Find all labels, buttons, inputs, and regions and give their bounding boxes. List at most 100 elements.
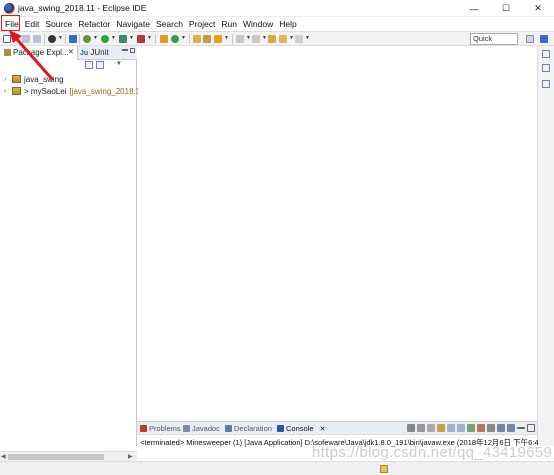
word-wrap-icon[interactable]: [457, 424, 465, 432]
remove-launch-icon[interactable]: [417, 424, 425, 432]
tree-item-java-swing[interactable]: › java_swing: [4, 73, 144, 85]
collapse-all-icon[interactable]: [85, 61, 93, 69]
next-annotation-dropdown-icon[interactable]: ▼: [246, 35, 251, 41]
minimize-button[interactable]: —: [458, 0, 490, 17]
prev-annotation-icon[interactable]: [252, 35, 260, 43]
search-icon[interactable]: [214, 35, 222, 43]
close-icon[interactable]: ✕: [320, 426, 326, 433]
coverage-dropdown-icon[interactable]: ▼: [129, 35, 134, 41]
close-icon[interactable]: ✕: [68, 46, 74, 60]
open-task-icon[interactable]: [203, 35, 211, 43]
tab-junit[interactable]: Ju JUnit: [80, 46, 120, 60]
tab-javadoc-label: Javadoc: [192, 424, 220, 433]
status-bar: [0, 461, 554, 475]
java-perspective-icon[interactable]: [540, 35, 548, 43]
save-all-icon[interactable]: [33, 35, 41, 43]
remove-all-icon[interactable]: [427, 424, 435, 432]
clear-console-icon[interactable]: [437, 424, 445, 432]
problems-icon: [140, 425, 147, 432]
menu-navigate[interactable]: Navigate: [113, 19, 153, 29]
menu-run[interactable]: Run: [218, 19, 240, 29]
window-controls: — ☐ ✕: [458, 0, 554, 17]
forward-dropdown-icon[interactable]: ▼: [305, 35, 310, 41]
open-perspective-icon[interactable]: [526, 35, 534, 43]
menu-edit[interactable]: Edit: [22, 19, 43, 29]
tab-console[interactable]: Console ✕: [277, 424, 326, 433]
tab-javadoc[interactable]: Javadoc: [183, 424, 220, 433]
debug-target-dropdown-icon[interactable]: ▼: [58, 35, 63, 41]
display-console-icon[interactable]: [497, 424, 505, 432]
watermark: https://blog.csdn.net/qq_43419659: [312, 444, 553, 461]
search-dropdown-icon[interactable]: ▼: [224, 35, 229, 41]
new-class-dropdown-icon[interactable]: ▼: [181, 35, 186, 41]
maximize-view-icon[interactable]: [527, 424, 535, 432]
menu-window[interactable]: Window: [240, 19, 276, 29]
scroll-left-icon[interactable]: ◀: [1, 453, 6, 460]
maximize-button[interactable]: ☐: [490, 0, 522, 17]
new-class-icon[interactable]: [171, 35, 179, 43]
save-icon[interactable]: [22, 35, 30, 43]
expand-icon[interactable]: ›: [4, 76, 12, 83]
coverage-icon[interactable]: [119, 35, 127, 43]
run-icon[interactable]: [101, 35, 109, 43]
pointer-icon[interactable]: [69, 35, 77, 43]
task-list-icon[interactable]: [542, 80, 550, 88]
menu-refactor[interactable]: Refactor: [75, 19, 113, 29]
tab-package-explorer-label: Package Expl...: [13, 48, 69, 57]
project-folder-icon: [12, 87, 21, 95]
open-type-icon[interactable]: [193, 35, 201, 43]
new-icon[interactable]: [3, 35, 11, 43]
show-on-stderr-icon[interactable]: [477, 424, 485, 432]
menu-search[interactable]: Search: [153, 19, 186, 29]
focus-icon[interactable]: [107, 61, 113, 69]
new-java-project-icon[interactable]: [160, 35, 168, 43]
debug-dropdown-icon[interactable]: ▼: [93, 35, 98, 41]
console-tab-bar: Problems Javadoc Declaration Console ✕: [137, 422, 537, 435]
back-dropdown-icon[interactable]: ▼: [289, 35, 294, 41]
annotation-icon[interactable]: [236, 35, 244, 43]
tab-declaration-label: Declaration: [234, 424, 272, 433]
menu-project[interactable]: Project: [186, 19, 218, 29]
editor-area[interactable]: [138, 46, 537, 421]
scroll-right-icon[interactable]: ▶: [128, 453, 133, 460]
debug-target-icon[interactable]: [48, 35, 56, 43]
prev-annotation-dropdown-icon[interactable]: ▼: [262, 35, 267, 41]
minimize-view-icon[interactable]: [517, 427, 525, 429]
tab-package-explorer[interactable]: Package Expl... ✕: [0, 46, 78, 60]
link-with-editor-icon[interactable]: [96, 61, 104, 69]
minimize-view-icon[interactable]: [122, 49, 128, 51]
toolbar-separator: [189, 34, 190, 44]
window-title: java_swing_2018.11 - Eclipse IDE: [18, 3, 147, 13]
external-tools-icon[interactable]: [137, 35, 145, 43]
debug-icon[interactable]: [83, 35, 91, 43]
run-dropdown-icon[interactable]: ▼: [111, 35, 116, 41]
status-progress-icon[interactable]: [380, 465, 388, 473]
menu-help[interactable]: Help: [276, 19, 299, 29]
pin-console-icon[interactable]: [487, 424, 495, 432]
back-icon[interactable]: [279, 35, 287, 43]
scroll-lock-icon[interactable]: [447, 424, 455, 432]
horizontal-scrollbar[interactable]: ◀ ▶: [0, 451, 137, 461]
file-menu-highlight-box: [1, 15, 20, 31]
tab-declaration[interactable]: Declaration: [225, 424, 272, 433]
external-tools-dropdown-icon[interactable]: ▼: [147, 35, 152, 41]
scrollbar-thumb[interactable]: [8, 454, 104, 460]
view-menu-icon[interactable]: ▼: [116, 61, 124, 69]
maximize-view-icon[interactable]: [130, 48, 135, 53]
tab-problems[interactable]: Problems: [140, 424, 181, 433]
restore-icon[interactable]: [542, 50, 550, 58]
terminate-icon[interactable]: [407, 424, 415, 432]
forward-icon[interactable]: [295, 35, 303, 43]
show-on-stdout-icon[interactable]: [467, 424, 475, 432]
expand-icon[interactable]: ›: [4, 88, 12, 95]
quick-access-field[interactable]: Quick Access: [470, 33, 518, 53]
menu-source[interactable]: Source: [42, 19, 75, 29]
tree-item-mysaolei[interactable]: › > mySaoLei [java_swing_2018.11: [4, 85, 144, 97]
last-edit-icon[interactable]: [268, 35, 276, 43]
new-dropdown-icon[interactable]: ▼: [13, 35, 18, 41]
tree-item-label: > mySaoLei: [24, 86, 67, 96]
open-console-icon[interactable]: [507, 424, 515, 432]
close-button[interactable]: ✕: [522, 0, 554, 17]
outline-icon[interactable]: [542, 64, 550, 72]
menu-bar: File Edit Source Refactor Navigate Searc…: [0, 17, 554, 31]
